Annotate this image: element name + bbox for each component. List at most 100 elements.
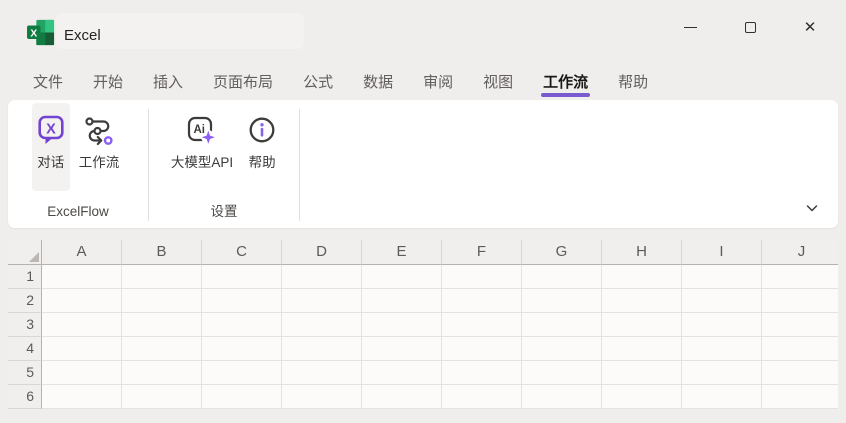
minimize-button[interactable] <box>660 0 720 54</box>
cell[interactable] <box>602 337 682 361</box>
workflow-button[interactable]: 工作流 <box>74 103 125 191</box>
cell[interactable] <box>602 313 682 337</box>
cell[interactable] <box>762 385 838 409</box>
cell[interactable] <box>282 313 362 337</box>
column-header-j[interactable]: J <box>762 240 838 265</box>
tab-review[interactable]: 审阅 <box>423 62 453 100</box>
cell[interactable] <box>682 265 762 289</box>
collapse-ribbon-button[interactable] <box>800 198 824 222</box>
close-button[interactable]: ✕ <box>780 0 840 54</box>
row-header-5[interactable]: 5 <box>8 361 42 385</box>
cell[interactable] <box>282 289 362 313</box>
row-header-1[interactable]: 1 <box>8 265 42 289</box>
chat-bubble-x-icon: X <box>37 112 65 148</box>
tab-workflow[interactable]: 工作流 <box>543 62 588 100</box>
cell[interactable] <box>522 289 602 313</box>
column-header-b[interactable]: B <box>122 240 202 265</box>
row-header-3[interactable]: 3 <box>8 313 42 337</box>
tab-file[interactable]: 文件 <box>33 62 63 100</box>
cell[interactable] <box>682 337 762 361</box>
tab-data[interactable]: 数据 <box>363 62 393 100</box>
help-button[interactable]: 帮助 <box>242 103 282 191</box>
column-header-i[interactable]: I <box>682 240 762 265</box>
cell[interactable] <box>442 289 522 313</box>
cell[interactable] <box>602 385 682 409</box>
cell[interactable] <box>202 385 282 409</box>
cell[interactable] <box>362 265 442 289</box>
cell[interactable] <box>282 337 362 361</box>
column-header-g[interactable]: G <box>522 240 602 265</box>
cell[interactable] <box>362 361 442 385</box>
group-label-excelflow: ExcelFlow <box>8 201 148 228</box>
cell[interactable] <box>522 265 602 289</box>
cell[interactable] <box>682 361 762 385</box>
cell[interactable] <box>202 337 282 361</box>
column-header-c[interactable]: C <box>202 240 282 265</box>
cell[interactable] <box>522 337 602 361</box>
row-header-2[interactable]: 2 <box>8 289 42 313</box>
cell[interactable] <box>122 289 202 313</box>
cell[interactable] <box>682 385 762 409</box>
cell[interactable] <box>282 265 362 289</box>
column-header-e[interactable]: E <box>362 240 442 265</box>
cell[interactable] <box>602 289 682 313</box>
column-header-f[interactable]: F <box>442 240 522 265</box>
llm-api-button[interactable]: Ai 大模型API <box>166 103 238 191</box>
cell[interactable] <box>122 385 202 409</box>
cell[interactable] <box>122 313 202 337</box>
cell[interactable] <box>362 385 442 409</box>
cell[interactable] <box>42 289 122 313</box>
cell[interactable] <box>282 385 362 409</box>
cell[interactable] <box>362 313 442 337</box>
tab-view[interactable]: 视图 <box>483 62 513 100</box>
select-all-corner[interactable] <box>8 240 42 265</box>
column-header-a[interactable]: A <box>42 240 122 265</box>
cell[interactable] <box>762 361 838 385</box>
cell[interactable] <box>762 265 838 289</box>
cell[interactable] <box>602 265 682 289</box>
dialog-button[interactable]: X 对话 <box>32 103 70 191</box>
maximize-icon <box>745 22 756 33</box>
cell[interactable] <box>362 337 442 361</box>
cell[interactable] <box>282 361 362 385</box>
cell[interactable] <box>442 361 522 385</box>
row-header-6[interactable]: 6 <box>8 385 42 409</box>
cell[interactable] <box>682 313 762 337</box>
cell[interactable] <box>42 337 122 361</box>
column-header-d[interactable]: D <box>282 240 362 265</box>
maximize-button[interactable] <box>720 0 780 54</box>
cell[interactable] <box>122 361 202 385</box>
workflow-button-label: 工作流 <box>79 151 120 171</box>
cell[interactable] <box>442 337 522 361</box>
cell[interactable] <box>42 313 122 337</box>
cell[interactable] <box>442 265 522 289</box>
cell[interactable] <box>522 313 602 337</box>
svg-text:X: X <box>30 28 37 39</box>
cell[interactable] <box>202 265 282 289</box>
cell[interactable] <box>522 361 602 385</box>
cell[interactable] <box>122 337 202 361</box>
cell[interactable] <box>202 289 282 313</box>
tab-formulas[interactable]: 公式 <box>303 62 333 100</box>
cell[interactable] <box>762 313 838 337</box>
row-header-4[interactable]: 4 <box>8 337 42 361</box>
cell[interactable] <box>442 313 522 337</box>
cell[interactable] <box>42 265 122 289</box>
cell[interactable] <box>122 265 202 289</box>
cell[interactable] <box>602 361 682 385</box>
cell[interactable] <box>42 361 122 385</box>
cell[interactable] <box>442 385 522 409</box>
cell[interactable] <box>202 313 282 337</box>
cell[interactable] <box>42 385 122 409</box>
tab-help[interactable]: 帮助 <box>618 62 648 100</box>
column-header-h[interactable]: H <box>602 240 682 265</box>
cell[interactable] <box>762 337 838 361</box>
cell[interactable] <box>202 361 282 385</box>
tab-home[interactable]: 开始 <box>93 62 123 100</box>
cell[interactable] <box>762 289 838 313</box>
cell[interactable] <box>362 289 442 313</box>
cell[interactable] <box>682 289 762 313</box>
tab-page-layout[interactable]: 页面布局 <box>213 62 273 100</box>
tab-insert[interactable]: 插入 <box>153 62 183 100</box>
cell[interactable] <box>522 385 602 409</box>
